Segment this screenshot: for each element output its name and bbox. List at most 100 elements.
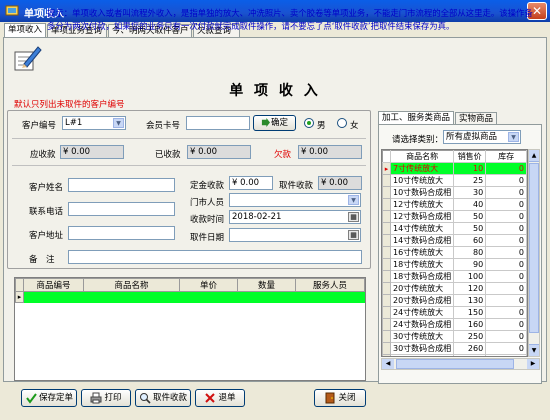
phone-input[interactable] bbox=[68, 202, 175, 216]
col-stock[interactable]: 库存 bbox=[485, 150, 527, 163]
product-grid[interactable]: 商品名称 销售价 库存 ▸ 7寸传统放大 10 0 10寸传统放大 25 0 10寸数码合成相… bbox=[381, 149, 528, 357]
price-cell: 30 bbox=[453, 186, 487, 199]
table-row[interactable]: 18寸数码合成相 100 0 bbox=[382, 270, 527, 283]
member-card-input[interactable] bbox=[186, 116, 250, 130]
col-price[interactable]: 单价 bbox=[179, 278, 238, 292]
staff-select[interactable]: ▼ bbox=[229, 193, 361, 207]
order-grid[interactable]: 商品编号 商品名称 单价 数量 服务人员 ▸ bbox=[14, 277, 366, 381]
price-cell: 250 bbox=[453, 330, 487, 343]
hscroll-thumb[interactable] bbox=[396, 359, 514, 369]
table-row[interactable]: 10寸数码合成相 30 0 bbox=[382, 186, 527, 199]
col-product-name[interactable]: 商品名称 bbox=[389, 150, 455, 163]
printer-icon bbox=[90, 392, 102, 403]
row-indicator: ▸ bbox=[382, 162, 391, 175]
row-indicator bbox=[382, 210, 391, 223]
pen-paper-icon bbox=[14, 46, 42, 71]
price-cell: 130 bbox=[453, 294, 487, 307]
calendar-icon[interactable]: ▦ bbox=[348, 230, 359, 240]
product-name-cell: 18寸数码合成相 bbox=[390, 270, 455, 283]
remark-label: 备 注 bbox=[29, 255, 55, 265]
table-row[interactable]: 20寸传统放大 120 0 bbox=[382, 282, 527, 295]
exit-door-icon bbox=[325, 392, 335, 403]
table-row[interactable]: 12寸传统放大 40 0 bbox=[382, 198, 527, 211]
table-row[interactable]: 14寸传统放大 50 0 bbox=[382, 222, 527, 235]
product-name-cell: 10寸传统放大 bbox=[390, 174, 455, 187]
table-row[interactable]: 12寸数码合成相 50 0 bbox=[382, 210, 527, 223]
pickup-payment-button[interactable]: 取件收款 bbox=[135, 389, 191, 407]
price-cell: 90 bbox=[453, 258, 487, 271]
table-row[interactable]: 10寸传统放大 25 0 bbox=[382, 174, 527, 187]
staff-label: 门市人员 bbox=[190, 198, 225, 208]
scroll-thumb[interactable] bbox=[529, 163, 539, 333]
table-row[interactable]: 24寸传统放大 150 0 bbox=[382, 306, 527, 319]
table-row[interactable]: 16寸传统放大 80 0 bbox=[382, 246, 527, 259]
category-value: 所有虚拟商品 bbox=[446, 132, 498, 142]
table-row[interactable]: 30寸传统放大 250 0 bbox=[382, 330, 527, 343]
stock-cell: 0 bbox=[485, 294, 527, 307]
col-sale-price[interactable]: 销售价 bbox=[453, 150, 487, 163]
product-name-cell: 16寸传统放大 bbox=[390, 246, 455, 259]
tab-single-income[interactable]: 单项收入 bbox=[4, 23, 46, 37]
member-card-label: 会员卡号 bbox=[146, 121, 181, 131]
remark-input[interactable] bbox=[68, 250, 362, 264]
table-row[interactable]: ▸ 7寸传统放大 10 0 bbox=[382, 162, 527, 175]
owed-value: ¥ 0.00 bbox=[298, 145, 362, 159]
chevron-down-icon: ▼ bbox=[508, 132, 519, 142]
print-button[interactable]: 打印 bbox=[81, 389, 131, 407]
calendar-icon[interactable]: ▦ bbox=[348, 212, 359, 222]
table-row[interactable]: 24寸数码合成相 160 0 bbox=[382, 318, 527, 331]
product-name-cell: 20寸数码合成相 bbox=[390, 294, 455, 307]
customer-no-select[interactable]: L#1 ▼ bbox=[62, 116, 126, 130]
pickup-payment-label: 取件收款 bbox=[152, 393, 187, 403]
stock-cell: 0 bbox=[485, 246, 527, 259]
row-indicator bbox=[382, 198, 391, 211]
col-qty[interactable]: 数量 bbox=[237, 278, 296, 292]
row-indicator bbox=[382, 330, 391, 343]
price-cell: 80 bbox=[453, 246, 487, 259]
male-radio[interactable] bbox=[304, 118, 314, 128]
female-radio[interactable] bbox=[337, 118, 347, 128]
category-select[interactable]: 所有虚拟商品 ▼ bbox=[443, 130, 521, 144]
tab-service-products[interactable]: 加工、服务类商品 bbox=[378, 111, 454, 125]
table-row[interactable]: 30寸数码合成相 260 0 bbox=[382, 342, 527, 355]
scroll-down-icon[interactable]: ▼ bbox=[529, 344, 539, 356]
product-name-cell: 12寸传统放大 bbox=[390, 198, 455, 211]
scroll-left-icon[interactable]: ◀ bbox=[382, 359, 394, 369]
table-row[interactable]: 18寸传统放大 90 0 bbox=[382, 258, 527, 271]
chevron-down-icon: ▼ bbox=[113, 118, 124, 128]
table-row[interactable]: 20寸数码合成相 130 0 bbox=[382, 294, 527, 307]
table-row[interactable]: 40寸传统放大4500 bbox=[382, 354, 527, 356]
address-input[interactable] bbox=[68, 226, 175, 240]
col-product-name[interactable]: 商品名称 bbox=[83, 278, 180, 292]
confirm-button[interactable]: 确定 bbox=[253, 115, 296, 131]
price-cell: 50 bbox=[453, 210, 487, 223]
category-label: 请选择类别： bbox=[392, 135, 444, 145]
refund-button[interactable]: 退单 bbox=[195, 389, 245, 407]
price-cell: 450 bbox=[453, 354, 487, 356]
stock-cell: 0 bbox=[485, 354, 527, 356]
product-grid-hscrollbar[interactable]: ◀ ▶ bbox=[381, 358, 540, 370]
customer-name-input[interactable] bbox=[68, 178, 175, 192]
product-grid-header: 商品名称 销售价 库存 bbox=[382, 150, 527, 163]
price-cell: 60 bbox=[453, 234, 487, 247]
col-staff[interactable]: 服务人员 bbox=[295, 278, 365, 292]
scroll-right-icon[interactable]: ▶ bbox=[527, 359, 539, 369]
stock-cell: 0 bbox=[485, 222, 527, 235]
collect-time-input[interactable]: 2018-02-21 ▦ bbox=[229, 210, 361, 224]
deposit-input[interactable]: ¥ 0.00 bbox=[229, 176, 273, 190]
row-indicator bbox=[382, 294, 391, 307]
pickup-date-input[interactable]: ▦ bbox=[229, 228, 361, 242]
close-button[interactable]: 关闭 bbox=[314, 389, 366, 407]
product-name-cell: 30寸传统放大 bbox=[390, 330, 455, 343]
product-grid-scrollbar[interactable]: ▲ ▼ bbox=[528, 149, 540, 357]
row-indicator bbox=[382, 234, 391, 247]
scroll-up-icon[interactable]: ▲ bbox=[529, 150, 539, 162]
save-order-button[interactable]: 保存定单 bbox=[21, 389, 77, 407]
table-row[interactable]: 14寸数码合成相 60 0 bbox=[382, 234, 527, 247]
col-product-no[interactable]: 商品编号 bbox=[23, 278, 84, 292]
receivable-value: ¥ 0.00 bbox=[60, 145, 124, 159]
row-indicator bbox=[382, 186, 391, 199]
stock-cell: 0 bbox=[485, 234, 527, 247]
table-row[interactable]: ▸ bbox=[15, 291, 365, 303]
product-name-cell: 14寸传统放大 bbox=[390, 222, 455, 235]
